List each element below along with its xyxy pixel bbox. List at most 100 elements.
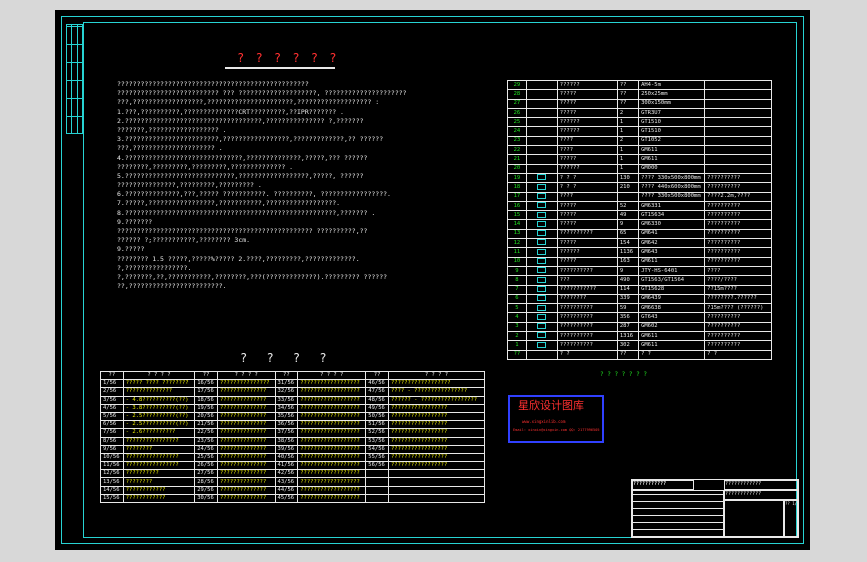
- equipment-cell: ??????????: [556, 330, 618, 342]
- equipment-cell: GM611: [638, 154, 706, 165]
- equipment-cell: ?????: [556, 200, 618, 212]
- legend-cell: ??????????????????: [297, 485, 367, 495]
- equipment-symbol-cell: [525, 293, 558, 305]
- legend-cell: ????????????????: [122, 461, 196, 471]
- equipment-cell: GM000: [638, 163, 706, 174]
- equipment-cell: ????: [556, 135, 618, 147]
- equipment-cell: 19: [507, 172, 527, 184]
- legend-cell: 50/56: [365, 411, 389, 422]
- note-line: ????????????????????????????????????????…: [117, 227, 368, 235]
- equipment-symbol-icon: [537, 220, 547, 227]
- table-row: 15????? 49 GT15634??????????: [507, 210, 772, 221]
- table-row: 11/56???????????????? 26/56??????????????…: [100, 461, 486, 471]
- legend-cell: 24/56: [194, 444, 218, 454]
- equipment-cell: ?????: [556, 89, 618, 100]
- note-line: ????????,?????????,?????????,???????????…: [117, 162, 294, 171]
- legend-cell: ??????????????????: [297, 469, 367, 479]
- equipment-cell: ? ?: [556, 349, 618, 360]
- equipment-cell: 114: [616, 284, 640, 295]
- equipment-cell: GM602: [638, 321, 706, 333]
- note-line: ???,??????????????????,?????????????????…: [117, 98, 380, 107]
- equipment-cell: GM643: [638, 247, 706, 258]
- equipment-cell: ?????: [556, 154, 618, 165]
- legend-header-cell: ??: [365, 370, 389, 381]
- equipment-cell: ??: [616, 89, 640, 100]
- legend-cell: 31/56: [274, 379, 299, 389]
- equipment-cell: [616, 191, 640, 202]
- notes-text: ????????????????????????????????????????…: [117, 80, 497, 291]
- equipment-cell: 1: [616, 117, 640, 128]
- equipment-cell: 9: [616, 265, 640, 277]
- equipment-cell: 302: [616, 340, 640, 351]
- legend-cell: 22/56: [194, 428, 218, 438]
- table-row: 16????? 52 GM6331??????????: [507, 200, 772, 212]
- equipment-cell: ?15m???? (??????): [704, 303, 772, 314]
- table-row: 6/56- 2.5??????????(??) 21/56????????????…: [100, 420, 486, 430]
- equipment-symbol-cell: [525, 238, 558, 249]
- equipment-symbol-cell: [525, 182, 558, 193]
- legend-cell: 9/56: [100, 444, 124, 454]
- title-block: ??????????? ???????????? ???????????? ??…: [631, 479, 799, 538]
- table-row: 2?????????? 1316 GM611??????????: [507, 330, 772, 342]
- equipment-cell: ???? 440x600x800mm: [638, 182, 706, 193]
- equipment-cell: GT1510: [638, 117, 706, 128]
- equipment-cell: 18: [507, 182, 527, 193]
- equipment-symbol-cell: [525, 219, 558, 230]
- equipment-symbol-icon: [537, 267, 547, 274]
- table-row: 29???????? AH4-5m: [507, 79, 772, 91]
- note-line: ?????????????????????????? ??? ?????????…: [117, 89, 407, 98]
- equipment-cell: ??????????: [704, 210, 772, 221]
- equipment-cell: GT1052: [638, 135, 706, 147]
- table-row: 14????? 9 GM6330??????????: [507, 219, 772, 230]
- legend-header-cell: ??: [100, 370, 124, 381]
- note-line: 6.??????????????,???,????? ???????????. …: [117, 190, 391, 199]
- equipment-cell: 65: [616, 228, 640, 240]
- equipment-symbol-cell: [525, 340, 558, 351]
- legend-cell: 18/56: [194, 395, 218, 405]
- equipment-cell: 25: [507, 117, 527, 128]
- table-row: 11?????? 1136 GM643??????????: [507, 247, 772, 258]
- legend-cell: 53/56: [365, 436, 389, 446]
- legend-cell: ??????????????????: [297, 477, 367, 487]
- table-row: 21????? 1 GM611: [507, 154, 772, 165]
- equipment-cell: ??15m????: [704, 284, 772, 295]
- table-row: ??? ???? ?? ?: [507, 349, 772, 360]
- table-row: 7/56- 2.6?????????? 22/56?????????????? 37…: [100, 428, 486, 438]
- equipment-symbol-cell: [525, 284, 558, 295]
- equipment-cell: 24: [507, 126, 527, 137]
- equipment-cell: [704, 98, 772, 109]
- note-line: ??,????????????????????????.: [117, 282, 227, 291]
- legend-cell: 56/56: [365, 461, 389, 471]
- equipment-cell: ??????????: [704, 200, 772, 212]
- legend-cell: 29/56: [194, 485, 218, 495]
- legend-cell: ??????????????: [216, 461, 276, 471]
- equipment-cell: 4: [507, 312, 527, 323]
- legend-cell: 34/56: [274, 403, 299, 413]
- equipment-cell: ??????????: [704, 238, 772, 249]
- legend-cell: ??????????????: [216, 469, 276, 479]
- legend-cell: ??????????????????: [297, 452, 367, 463]
- table-row: 20?????? 1 GM000: [507, 163, 772, 174]
- legend-cell: ??????????????: [216, 387, 276, 397]
- title-block-number: ?? 1/56: [784, 500, 798, 537]
- equipment-cell: 210: [616, 182, 640, 193]
- equipment-cell: [704, 126, 772, 137]
- legend-cell: ????????: [122, 477, 196, 487]
- equipment-cell: GT643: [638, 312, 706, 323]
- legend-cell: ??????????????: [216, 428, 276, 438]
- equipment-cell: 13: [507, 228, 527, 240]
- equipment-cell: ??????????: [556, 340, 618, 351]
- table-row: 27??????? 300x150mm: [507, 98, 772, 109]
- equipment-symbol-icon: [537, 286, 547, 292]
- equipment-cell: ?????: [556, 238, 618, 249]
- equipment-symbol-icon: [537, 332, 547, 339]
- equipment-cell: ? ? ?: [556, 172, 618, 184]
- legend-cell: 10/56: [100, 452, 124, 463]
- equipment-cell: 16: [507, 200, 527, 212]
- legend-cell: 14/56: [100, 485, 124, 495]
- table-row: 5/56- 2.5??????????(??) 20/56????????????…: [100, 411, 486, 422]
- equipment-symbol-icon: [537, 211, 547, 218]
- table-row: 28??????? 250x25mm: [507, 89, 772, 100]
- table-row: 4/56- 3.8??????????(??) 19/56????????????…: [100, 403, 486, 413]
- legend-cell: 28/56: [194, 477, 218, 487]
